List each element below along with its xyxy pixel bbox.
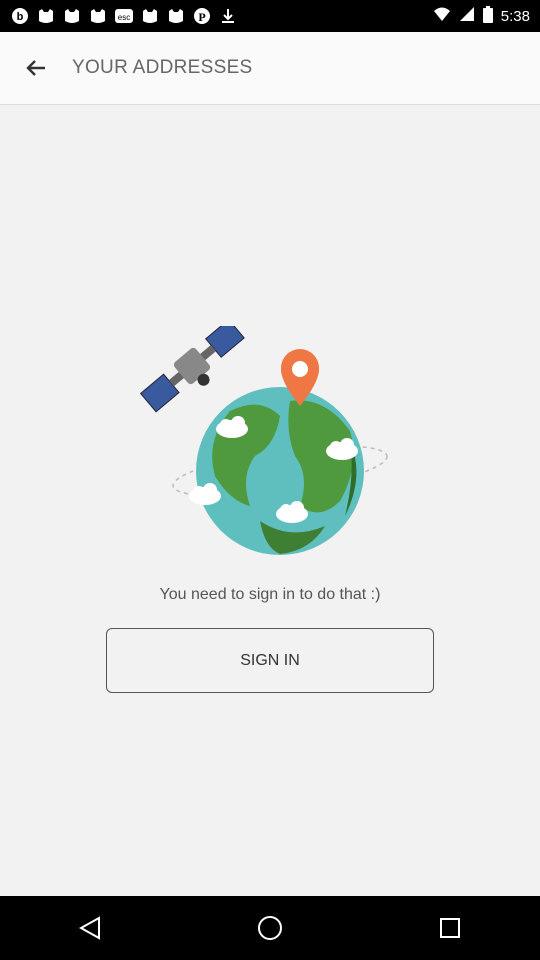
sign-in-message: You need to sign in to do that :) [159,586,381,603]
clock: 5:38 [500,7,530,25]
notification-icons: b esc P [10,7,238,25]
cat-icon [36,7,56,25]
pinterest-icon: P [192,7,212,25]
page-title: YOUR ADDRESSES [72,57,253,78]
navigation-bar [0,896,540,960]
signal-icon [459,6,475,26]
download-icon [218,7,238,25]
cat-icon [140,7,160,25]
system-status: 5:38 [433,5,530,27]
b-icon: b [10,7,30,25]
back-button[interactable] [0,32,72,105]
recents-nav-button[interactable] [420,898,480,958]
sign-in-button[interactable]: SIGN IN [106,628,434,693]
battery-icon [482,5,493,27]
cat-icon [88,7,108,25]
cat-icon [62,7,82,25]
svg-text:esc: esc [118,13,130,22]
home-nav-button[interactable] [240,898,300,958]
esc-icon: esc [114,7,134,25]
triangle-back-icon [79,916,100,940]
square-recents-icon [440,918,460,938]
globe-satellite-illustration [140,326,388,555]
status-bar: b esc P 5:38 [0,0,540,32]
main-content: You need to sign in to do that :) SIGN I… [0,106,540,896]
svg-text:b: b [17,11,24,23]
app-bar: YOUR ADDRESSES [0,32,540,105]
back-nav-button[interactable] [60,898,120,958]
circle-home-icon [258,916,282,940]
svg-text:P: P [198,10,205,24]
cat-icon [166,7,186,25]
wifi-icon [433,6,451,26]
arrow-left-icon [26,60,45,76]
